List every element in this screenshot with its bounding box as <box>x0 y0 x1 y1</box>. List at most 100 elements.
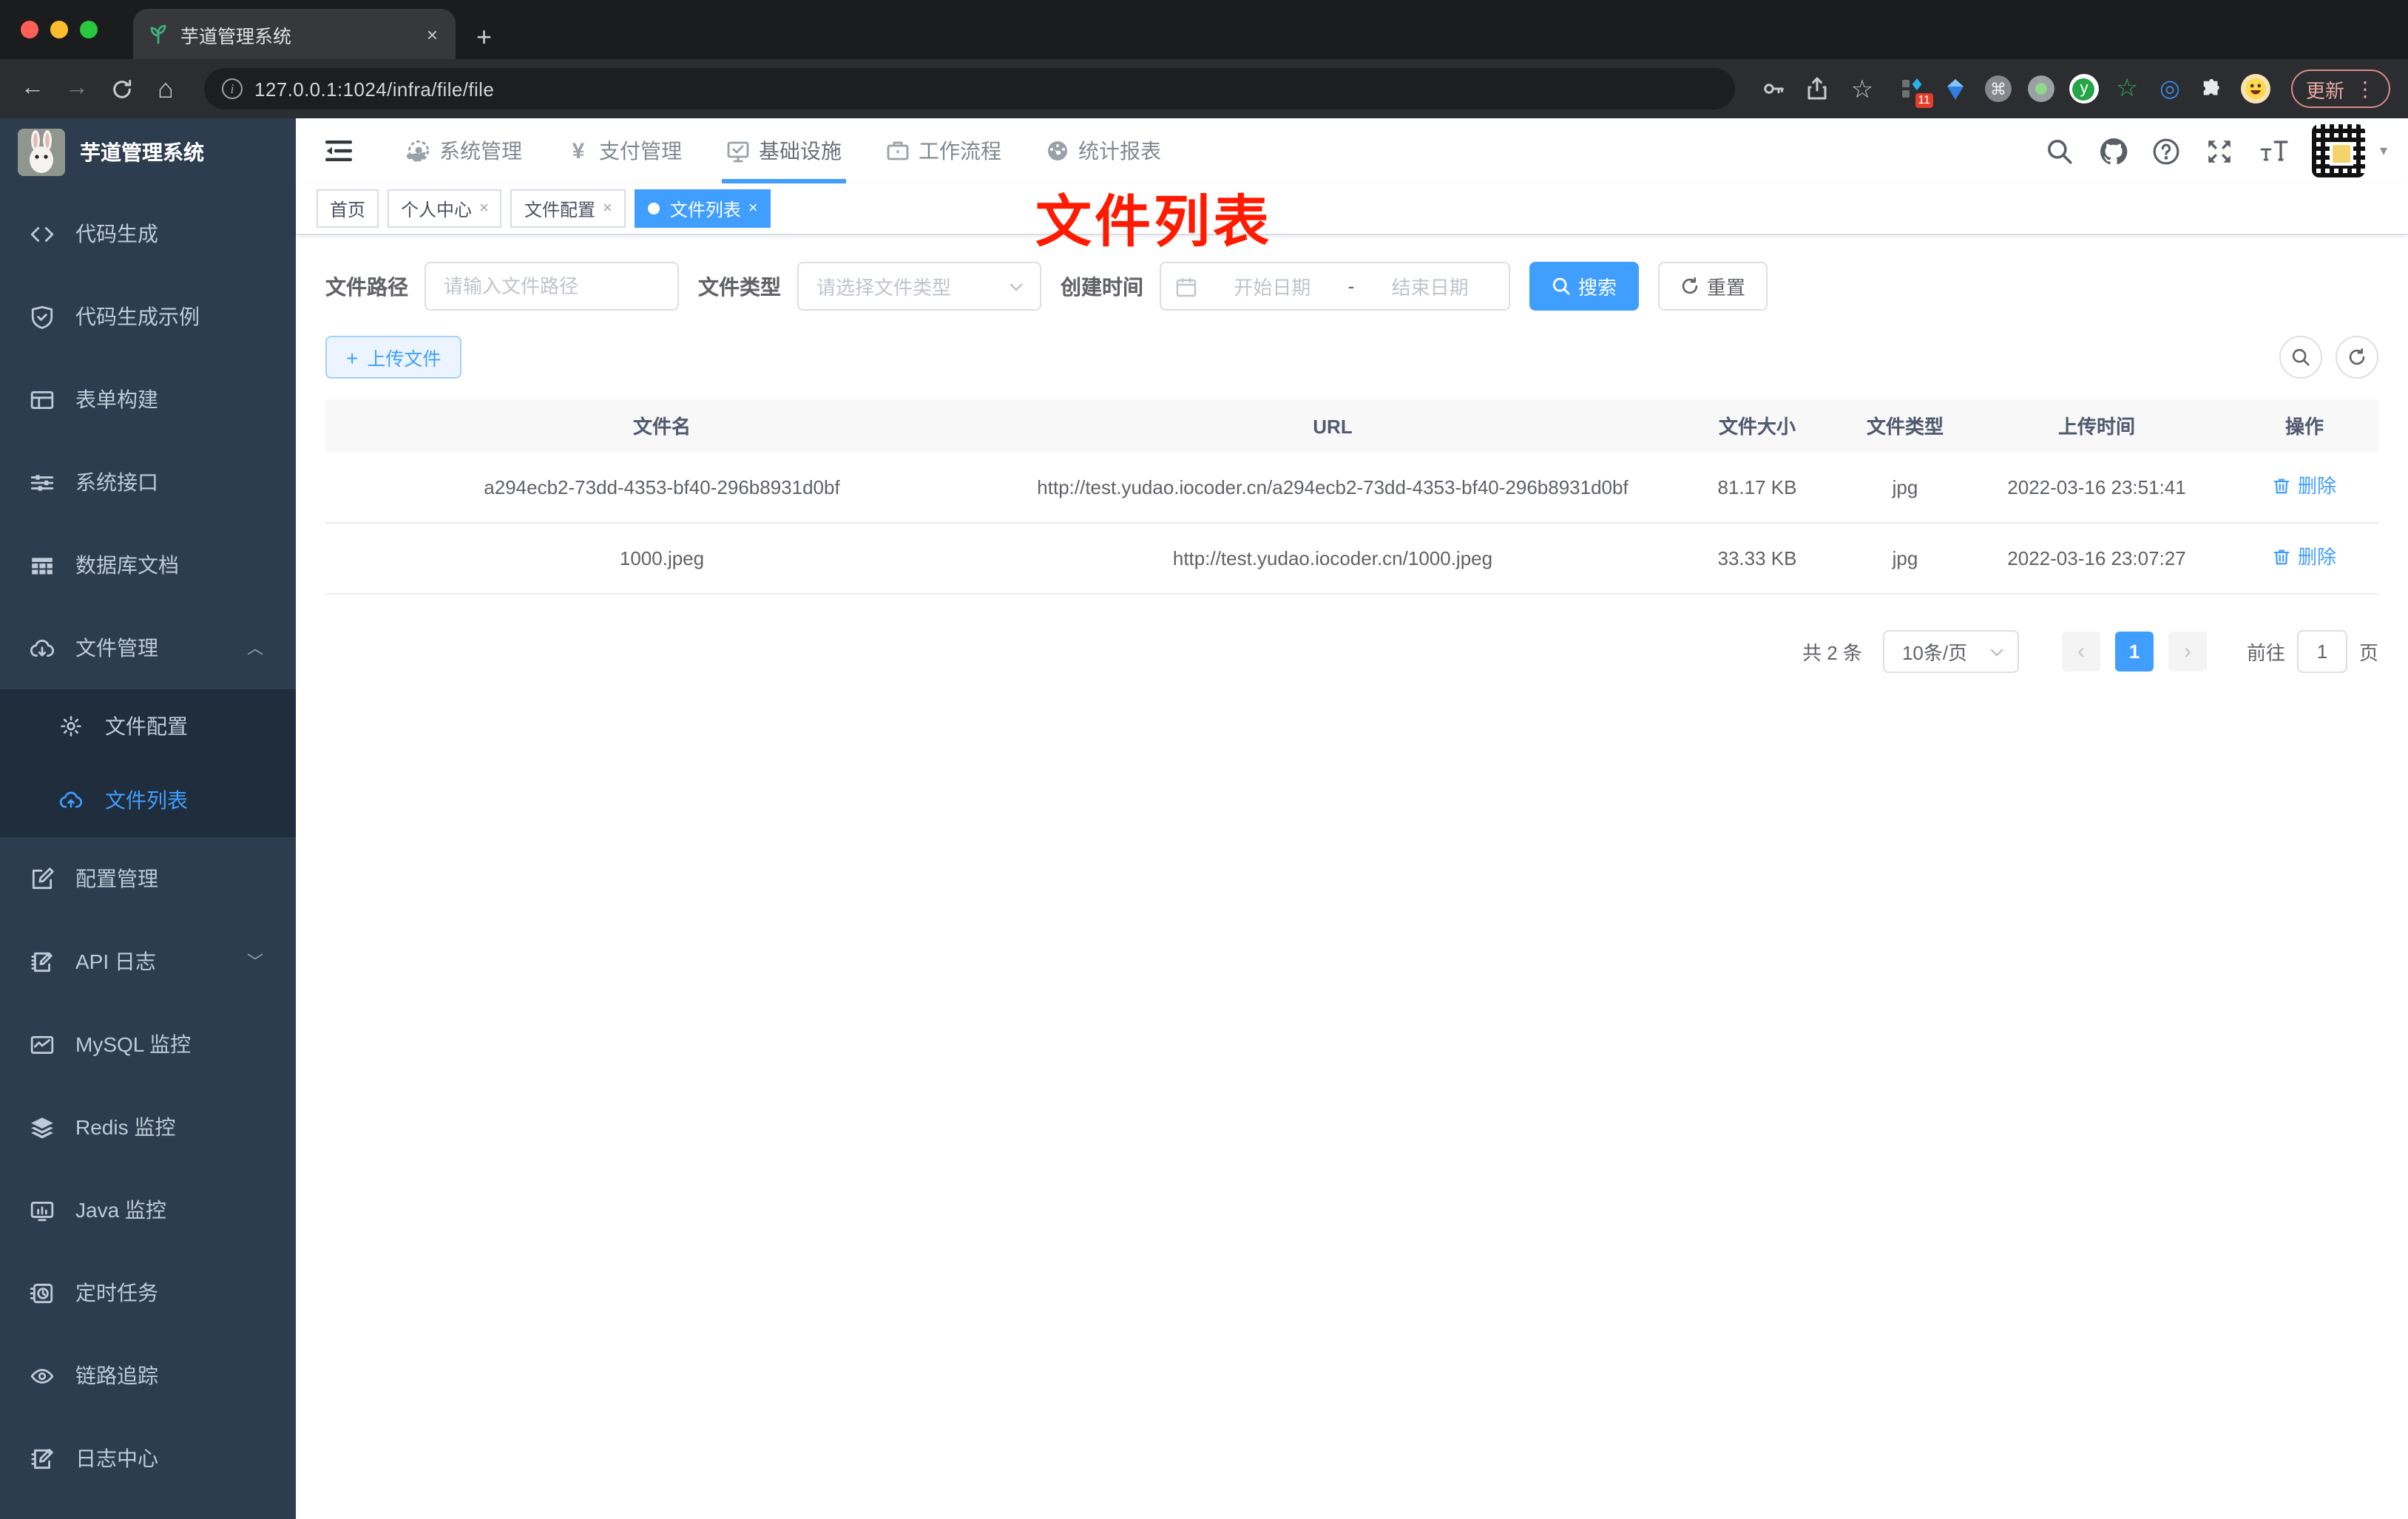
reload-icon[interactable] <box>106 74 136 104</box>
window-controls <box>21 21 98 38</box>
back-icon[interactable]: ← <box>18 74 47 104</box>
browser-menu-icon[interactable]: ⋮ <box>2355 76 2375 101</box>
file-path-input[interactable] <box>425 262 679 311</box>
zoom-window-button[interactable] <box>80 21 98 38</box>
sidebar-item-code-demo[interactable]: 代码生成示例 <box>0 275 296 358</box>
browser-update-button[interactable]: 更新 ⋮ <box>2290 70 2390 108</box>
search-icon[interactable] <box>2046 136 2075 166</box>
filter-form: 文件路径 文件类型 请选择文件类型 创建时间 开始日期 - 结束日期 <box>325 262 2378 311</box>
sidebar-item-file-config[interactable]: 文件配置 <box>0 689 296 763</box>
tag-file-list[interactable]: 文件列表 × <box>634 189 771 228</box>
tag-home[interactable]: 首页 <box>317 189 379 228</box>
help-icon[interactable] <box>2152 136 2182 166</box>
sidebar-item-mysql[interactable]: MySQL 监控 <box>0 1003 296 1086</box>
table-row: a294ecb2-73dd-4353-bf40-296b8931d0bf htt… <box>325 453 2378 524</box>
extension-grid-icon[interactable]: 11 <box>1898 74 1933 108</box>
search-button[interactable]: 搜索 <box>1529 262 1640 311</box>
chevron-up-icon: ︿ <box>247 640 263 658</box>
toggle-search-button[interactable] <box>2279 336 2322 379</box>
prev-page-button[interactable]: ‹ <box>2061 632 2100 671</box>
hamburger-icon[interactable] <box>311 118 367 183</box>
sidebar-item-form-builder[interactable]: 表单构建 <box>0 358 296 441</box>
nav-system[interactable]: 系统管理 <box>385 118 544 183</box>
extension-target-icon[interactable]: ◎ <box>2155 74 2185 104</box>
avatar[interactable] <box>2311 124 2365 177</box>
sidebar-item-code-gen[interactable]: 代码生成 <box>0 192 296 275</box>
avatar-caret-icon[interactable]: ▾ <box>2380 143 2387 159</box>
sidebar-item-system-api[interactable]: 系统接口 <box>0 441 296 524</box>
reset-button[interactable]: 重置 <box>1658 262 1768 311</box>
sidebar-item-java[interactable]: Java 监控 <box>0 1168 296 1251</box>
search-icon <box>1552 277 1571 296</box>
profile-emoji-icon[interactable] <box>2240 74 2270 104</box>
sidebar-item-redis[interactable]: Redis 监控 <box>0 1086 296 1168</box>
goto-label: 前往 <box>2246 642 2285 664</box>
site-info-icon[interactable]: i <box>222 78 243 99</box>
sidebar-item-file-list[interactable]: 文件列表 <box>0 763 296 837</box>
shield-check-icon <box>30 304 55 329</box>
select-caret-icon <box>1988 643 2006 660</box>
nav-infra[interactable]: 基础设施 <box>704 118 864 183</box>
font-size-icon[interactable] <box>2259 136 2288 166</box>
refresh-table-button[interactable] <box>2336 336 2378 379</box>
gear-icon <box>59 714 84 739</box>
goto-page-input[interactable] <box>2296 630 2347 673</box>
github-icon[interactable] <box>2099 136 2128 166</box>
extension-star-icon[interactable]: ☆ <box>2112 74 2142 104</box>
tag-close-icon[interactable]: × <box>479 200 489 217</box>
nav-pay[interactable]: ¥ 支付管理 <box>544 118 704 183</box>
sidebar: 芋道管理系统 代码生成 代码生成示例 表单构建 系统接口 数据库文档 文件管理 … <box>0 118 296 1519</box>
tag-file-config[interactable]: 文件配置 × <box>510 189 626 228</box>
sidebar-item-api-log[interactable]: API 日志 ﹀ <box>0 920 296 1003</box>
page-unit-label: 页 <box>2358 642 2378 664</box>
extensions-puzzle-icon[interactable] <box>2198 74 2228 104</box>
sidebar-item-db-doc[interactable]: 数据库文档 <box>0 524 296 606</box>
delete-button[interactable]: 删除 <box>2273 541 2336 572</box>
page-number-current[interactable]: 1 <box>2114 632 2154 671</box>
refresh-icon <box>1680 277 1700 296</box>
extension-y-icon[interactable]: y <box>2069 74 2099 104</box>
dashboard-icon <box>1046 139 1069 163</box>
home-icon[interactable]: ⌂ <box>151 74 180 104</box>
password-key-icon[interactable] <box>1759 74 1788 104</box>
page-size-select[interactable]: 10条/页 <box>1882 630 2019 673</box>
fullscreen-icon[interactable] <box>2205 136 2235 166</box>
tag-close-icon[interactable]: × <box>748 200 758 217</box>
monitor-check-icon <box>726 139 750 163</box>
annotation-file-list: 文件列表 <box>1035 192 1273 254</box>
upload-file-button[interactable]: + 上传文件 <box>325 336 462 379</box>
bookmark-star-icon[interactable]: ☆ <box>1847 74 1877 104</box>
sidebar-item-file-management[interactable]: 文件管理 ︿ <box>0 606 296 689</box>
sidebar-logo[interactable]: 芋道管理系统 <box>0 118 296 186</box>
url-bar[interactable]: i 127.0.0.1:1024/infra/file/file <box>204 68 1735 109</box>
sidebar-item-trace[interactable]: 链路追踪 <box>0 1334 296 1417</box>
tab-close-icon[interactable]: × <box>424 23 441 45</box>
table-header-row: 文件名 URL 文件大小 文件类型 上传时间 操作 <box>325 399 2378 453</box>
extension-gem-icon[interactable] <box>1941 74 1970 104</box>
share-icon[interactable] <box>1803 74 1833 104</box>
file-type-select[interactable]: 请选择文件类型 <box>797 262 1041 311</box>
extension-dot-icon[interactable] <box>2026 74 2056 104</box>
tag-close-icon[interactable]: × <box>603 200 612 217</box>
sidebar-item-config[interactable]: 配置管理 <box>0 837 296 920</box>
close-window-button[interactable] <box>21 21 38 38</box>
browser-tab[interactable]: 芋道管理系统 × <box>133 9 456 59</box>
chevron-down-icon: ﹀ <box>247 954 263 972</box>
minimize-window-button[interactable] <box>50 21 68 38</box>
nav-workflow[interactable]: 工作流程 <box>864 118 1024 183</box>
tag-profile[interactable]: 个人中心 × <box>388 189 502 228</box>
end-date-placeholder[interactable]: 结束日期 <box>1366 272 1494 300</box>
extension-command-icon[interactable]: ⌘ <box>1983 74 2013 104</box>
cell-url: http://test.yudao.iocoder.cn/1000.jpeg <box>1172 547 1493 569</box>
col-header-url: URL <box>1313 415 1353 437</box>
forward-icon[interactable]: → <box>62 74 92 104</box>
new-tab-button[interactable]: + <box>476 24 492 50</box>
start-date-placeholder[interactable]: 开始日期 <box>1208 272 1336 300</box>
nav-report[interactable]: 统计报表 <box>1024 118 1183 183</box>
sidebar-item-job[interactable]: 定时任务 <box>0 1251 296 1334</box>
delete-button[interactable]: 删除 <box>2273 470 2336 501</box>
next-page-button[interactable]: › <box>2168 632 2207 671</box>
date-range-picker[interactable]: 开始日期 - 结束日期 <box>1160 262 1510 311</box>
sidebar-item-log-center[interactable]: 日志中心 <box>0 1417 296 1500</box>
briefcase-icon <box>886 139 910 163</box>
